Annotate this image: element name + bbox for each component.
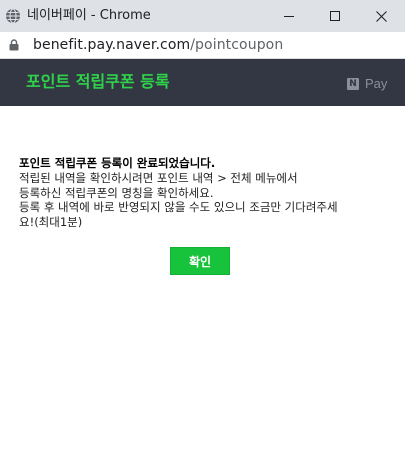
url-text: benefit.pay.naver.com/pointcoupon [33, 36, 283, 54]
address-bar[interactable]: benefit.pay.naver.com/pointcoupon [0, 32, 405, 59]
close-icon [375, 10, 387, 22]
naver-n-icon: N [347, 78, 359, 90]
message-line: 등록 후 내역에 바로 반영되지 않을 수도 있으니 조금만 기다려주세 [19, 200, 338, 214]
maximize-button[interactable] [312, 0, 358, 32]
page-title: 포인트 적립쿠폰 등록 [26, 72, 170, 91]
message-line: 등록하신 적립쿠폰의 명칭을 확인하세요. [19, 185, 214, 200]
page-header: 포인트 적립쿠폰 등록 [0, 59, 405, 106]
window-titlebar: 네이버페이 - Chrome [0, 0, 405, 32]
url-host: benefit.pay.naver.com [33, 37, 191, 53]
message-area: 포인트 적립쿠폰 등록이 완료되었습니다. 적립된 내역을 확인하시려면 포인트… [19, 156, 389, 229]
minimize-icon [284, 16, 294, 17]
maximize-icon [330, 11, 340, 21]
message-line: 적립된 내역을 확인하시려면 포인트 내역 > 전체 메뉴에서 [19, 171, 298, 185]
window-title: 네이버페이 - Chrome [27, 8, 151, 23]
message-title: 포인트 적립쿠폰 등록이 완료되었습니다. [19, 156, 216, 170]
lock-icon [9, 39, 19, 51]
message-line: 요!(최대1분) [19, 214, 83, 229]
url-path: /pointcoupon [190, 37, 284, 53]
globe-icon [6, 8, 20, 24]
confirm-button[interactable]: 확인 [170, 247, 230, 275]
naver-pay-text: Pay [365, 76, 388, 91]
minimize-button[interactable] [266, 0, 312, 32]
naver-pay-logo: N Pay [347, 77, 387, 91]
close-button[interactable] [358, 0, 404, 32]
